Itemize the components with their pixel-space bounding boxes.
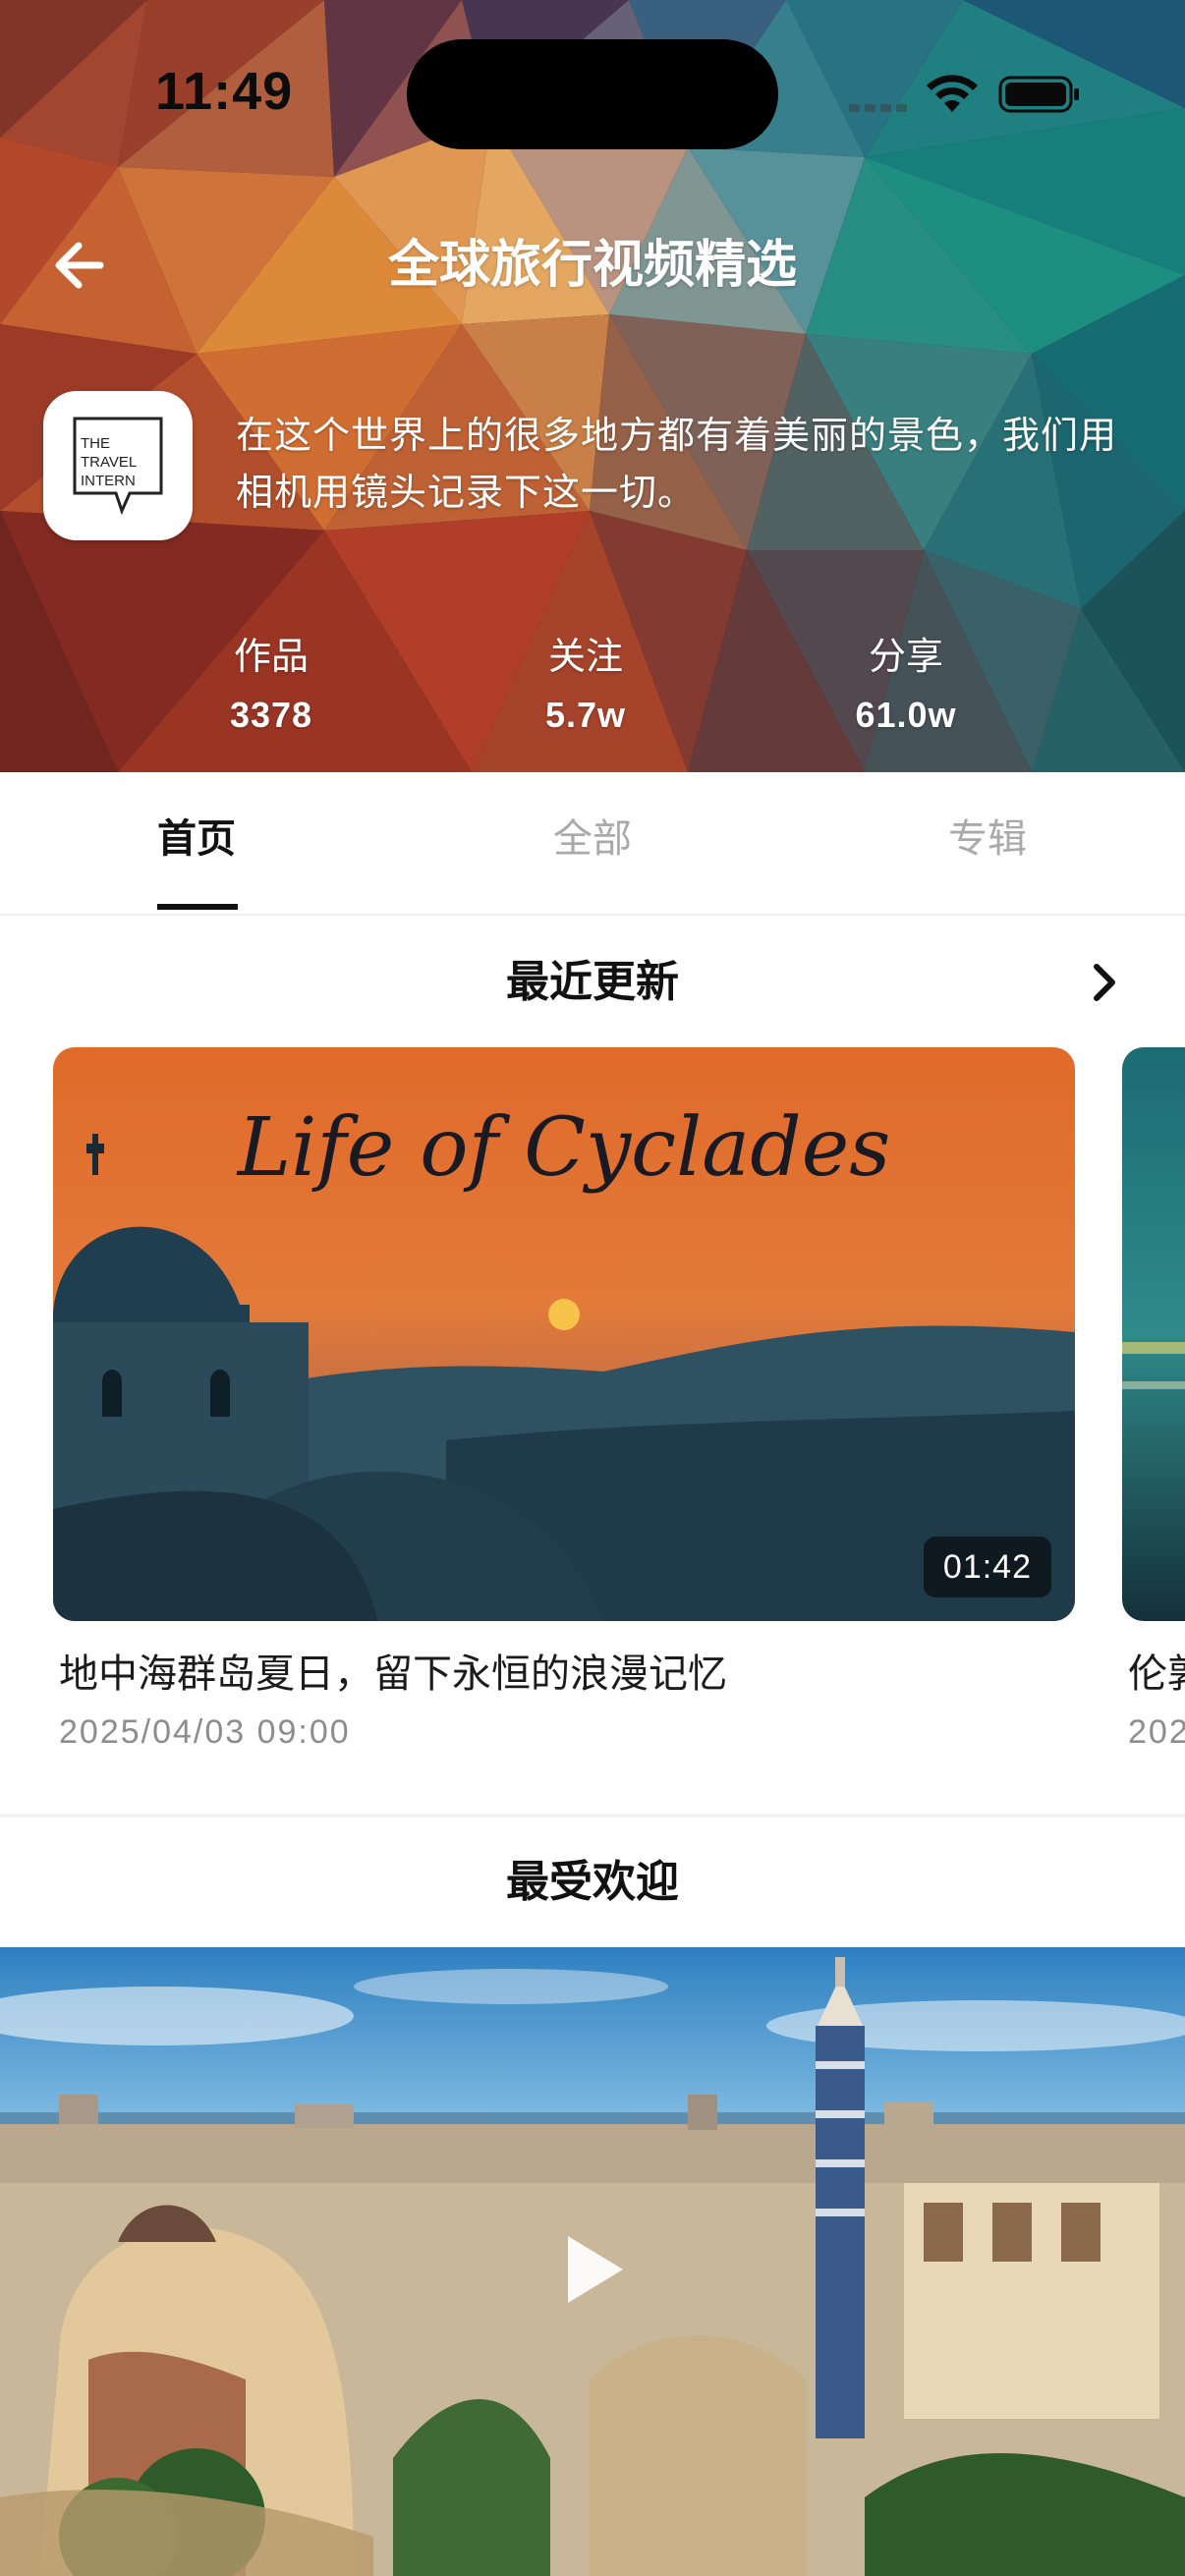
tab-all[interactable]: 全部 — [465, 812, 720, 867]
stat-works[interactable]: 作品 3378 — [143, 629, 399, 743]
cyclades-thumbnail-image: Life of Cyclades — [53, 1047, 1075, 1621]
video-date: 2025/04/03 09:00 — [59, 1713, 351, 1751]
video-title: 地中海群岛夏日，留下永恒的浪漫记忆 — [59, 1652, 727, 1697]
status-time: 11:49 — [155, 62, 294, 121]
stat-value: 3378 — [229, 695, 313, 735]
stat-value: 5.7w — [544, 695, 627, 735]
stat-followers[interactable]: 关注 5.7w — [458, 629, 713, 743]
stat-shares[interactable]: 分享 61.0w — [778, 629, 1034, 743]
page: 11:49 全球旅行视频精选 THE TRAVEL INTERN 在这个世界上的… — [0, 0, 1185, 2576]
play-icon[interactable] — [560, 2230, 629, 2309]
stat-label: 关注 — [547, 635, 623, 678]
svg-text:THE: THE — [81, 435, 110, 452]
channel-bio: 在这个世界上的很多地方都有着美丽的景色，我们用相机用镜头记录下这一切。 — [236, 414, 1118, 514]
stat-label: 作品 — [233, 635, 309, 678]
duration-badge: 01:42 — [923, 1537, 1051, 1597]
tab-bar: 首页 全部 专辑 — [0, 772, 1185, 916]
section-title-recent: 最近更新 — [506, 957, 679, 1007]
svg-text:INTERN: INTERN — [81, 473, 136, 489]
tab-albums[interactable]: 专辑 — [860, 812, 1115, 867]
battery-icon — [998, 76, 1079, 113]
stat-value: 61.0w — [855, 695, 957, 735]
video-thumbnail[interactable]: Life of Cyclades 01:42 — [53, 1047, 1075, 1621]
section-title-popular: 最受欢迎 — [506, 1857, 679, 1907]
status-bar: 11:49 — [0, 0, 1185, 177]
wifi-icon — [927, 75, 978, 112]
channel-avatar[interactable]: THE TRAVEL INTERN — [43, 391, 193, 540]
chevron-right-icon[interactable] — [1081, 957, 1128, 1008]
cellular-signal-icon — [849, 104, 907, 112]
channel-stats: 作品 3378 关注 5.7w 分享 61.0w — [0, 629, 1185, 756]
video-title: 伦敦 — [1128, 1652, 1185, 1697]
dynamic-island — [407, 39, 778, 149]
london-thumbnail-image — [1122, 1047, 1185, 1621]
stat-label: 分享 — [868, 635, 943, 678]
page-title: 全球旅行视频精选 — [387, 236, 797, 295]
video-date: 202 — [1128, 1713, 1185, 1751]
profile-header: 11:49 全球旅行视频精选 THE TRAVEL INTERN 在这个世界上的… — [0, 0, 1185, 772]
video-card-partial[interactable]: 伦敦 202 — [1122, 1047, 1185, 1755]
tab-home[interactable]: 首页 — [69, 812, 324, 867]
video-card[interactable]: Life of Cyclades 01:42 地中海群岛夏日，留下永恒的浪漫记忆… — [53, 1047, 1075, 1755]
video-thumbnail[interactable] — [1122, 1047, 1185, 1621]
svg-text:TRAVEL: TRAVEL — [81, 454, 137, 471]
travel-intern-logo: THE TRAVEL INTERN — [73, 417, 163, 516]
thumbnail-title-text: Life of Cyclades — [236, 1101, 891, 1195]
active-tab-indicator — [157, 904, 238, 910]
section-divider — [0, 1814, 1185, 1818]
